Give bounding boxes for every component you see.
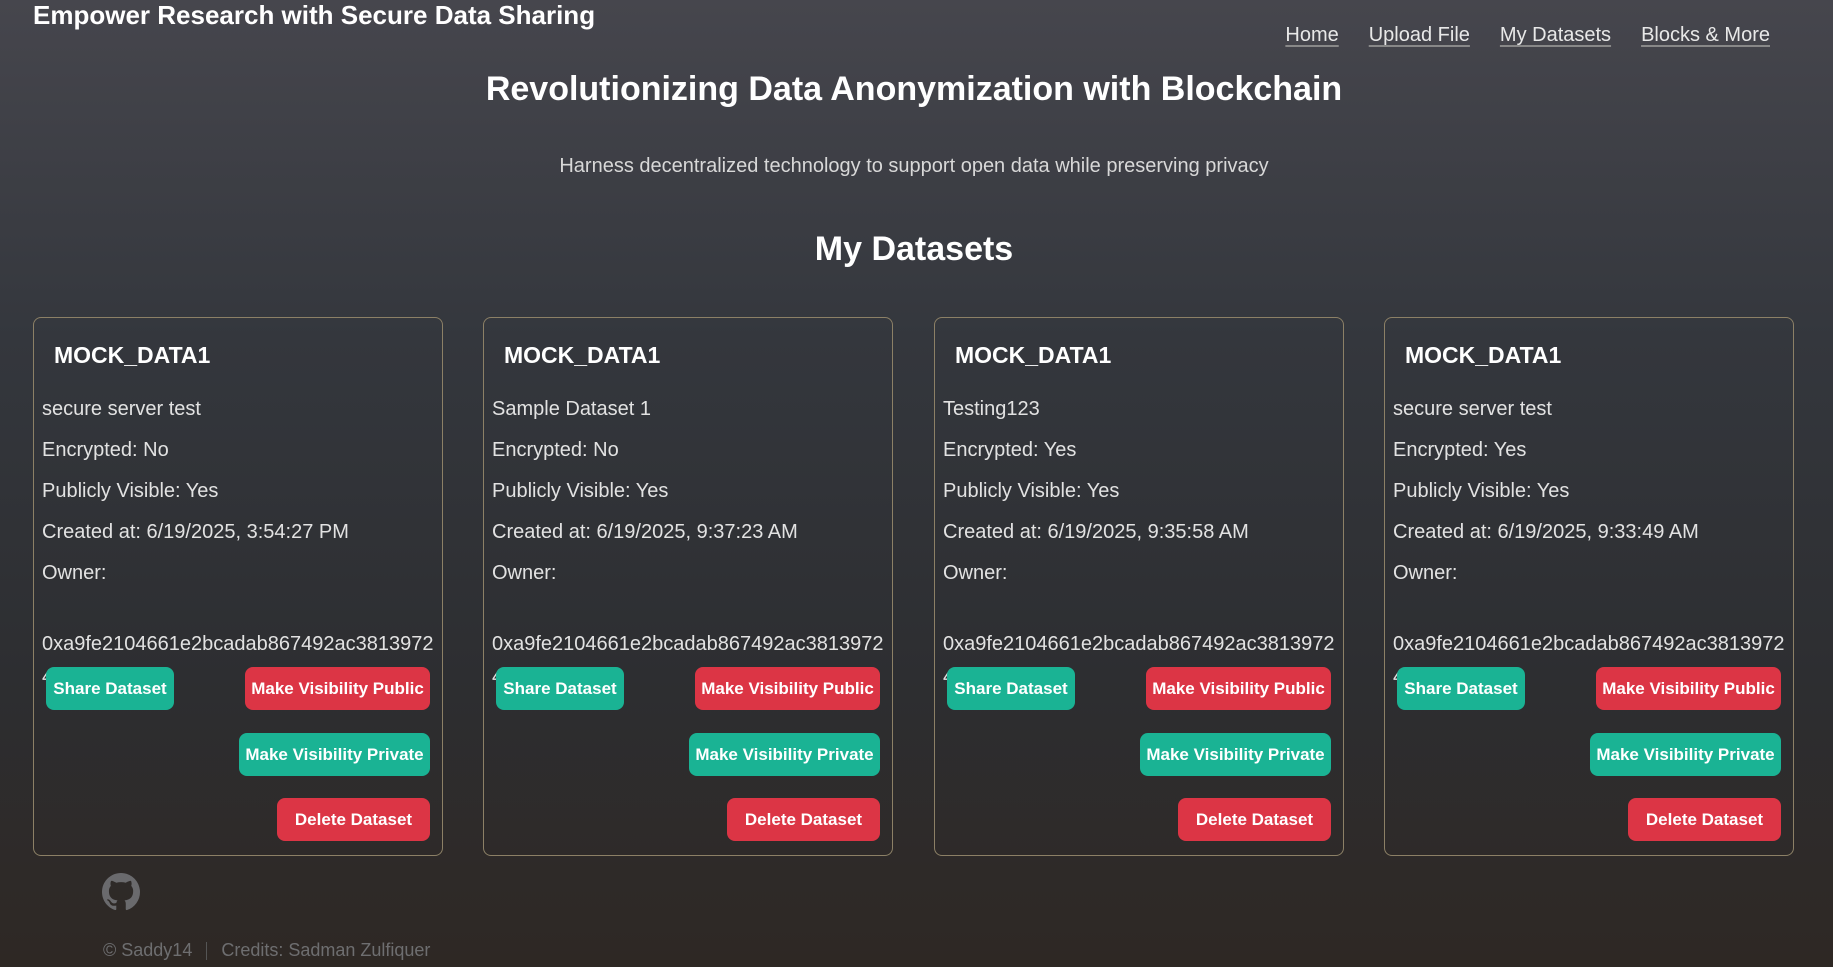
github-icon[interactable] [102, 873, 140, 911]
delete-dataset-button[interactable]: Delete Dataset [727, 798, 880, 841]
nav-my-datasets[interactable]: My Datasets [1500, 24, 1611, 47]
dataset-visibility: Publicly Visible: Yes [1393, 480, 1570, 502]
footer-copyright: © Saddy14 [103, 940, 193, 960]
hero-title: Revolutionizing Data Anonymization with … [485, 70, 1343, 108]
dataset-description: secure server test [42, 398, 201, 420]
dataset-created: Created at: 6/19/2025, 9:33:49 AM [1393, 521, 1699, 543]
dataset-name: MOCK_DATA1 [504, 342, 661, 368]
dataset-created: Created at: 6/19/2025, 9:35:58 AM [943, 521, 1249, 543]
main-nav: Home Upload File My Datasets Blocks & Mo… [1285, 24, 1770, 47]
dataset-encrypted: Encrypted: Yes [943, 439, 1077, 461]
delete-dataset-button[interactable]: Delete Dataset [277, 798, 430, 841]
share-dataset-button[interactable]: Share Dataset [1397, 667, 1525, 710]
share-dataset-button[interactable]: Share Dataset [46, 667, 174, 710]
nav-upload-file[interactable]: Upload File [1369, 24, 1470, 47]
dataset-visibility: Publicly Visible: Yes [943, 480, 1120, 502]
nav-home[interactable]: Home [1285, 24, 1338, 47]
dataset-encrypted: Encrypted: No [492, 439, 619, 461]
dataset-created: Created at: 6/19/2025, 9:37:23 AM [492, 521, 798, 543]
dataset-owner-label: Owner: [1393, 562, 1458, 584]
dataset-description: Sample Dataset 1 [492, 398, 651, 420]
make-private-button[interactable]: Make Visibility Private [1140, 733, 1331, 776]
footer-divider [206, 941, 208, 960]
dataset-encrypted: Encrypted: No [42, 439, 169, 461]
dataset-encrypted: Encrypted: Yes [1393, 439, 1527, 461]
footer-credits[interactable]: Credits: Sadman Zulfiquer [221, 940, 430, 961]
make-public-button[interactable]: Make Visibility Public [245, 667, 430, 710]
delete-dataset-button[interactable]: Delete Dataset [1628, 798, 1781, 841]
hero-subtitle: Harness decentralized technology to supp… [559, 155, 1269, 177]
dataset-card: MOCK_DATA1 Sample Dataset 1 Encrypted: N… [483, 317, 893, 856]
site-title: Empower Research with Secure Data Sharin… [33, 0, 596, 30]
dataset-description: secure server test [1393, 398, 1552, 420]
share-dataset-button[interactable]: Share Dataset [496, 667, 624, 710]
dataset-card: MOCK_DATA1 secure server test Encrypted:… [1384, 317, 1794, 856]
dataset-owner-label: Owner: [42, 562, 107, 584]
make-public-button[interactable]: Make Visibility Public [1596, 667, 1781, 710]
dataset-description: Testing123 [943, 398, 1040, 420]
dataset-created: Created at: 6/19/2025, 3:54:27 PM [42, 521, 349, 543]
dataset-card: MOCK_DATA1 Testing123 Encrypted: Yes Pub… [934, 317, 1344, 856]
share-dataset-button[interactable]: Share Dataset [947, 667, 1075, 710]
make-private-button[interactable]: Make Visibility Private [1590, 733, 1781, 776]
make-private-button[interactable]: Make Visibility Private [239, 733, 430, 776]
dataset-name: MOCK_DATA1 [1405, 342, 1562, 368]
delete-dataset-button[interactable]: Delete Dataset [1178, 798, 1331, 841]
make-public-button[interactable]: Make Visibility Public [1146, 667, 1331, 710]
dataset-visibility: Publicly Visible: Yes [42, 480, 219, 502]
footer: © Saddy14 Credits: Sadman Zulfiquer [103, 940, 430, 961]
dataset-visibility: Publicly Visible: Yes [492, 480, 669, 502]
dataset-owner-label: Owner: [943, 562, 1008, 584]
dataset-name: MOCK_DATA1 [955, 342, 1112, 368]
make-private-button[interactable]: Make Visibility Private [689, 733, 880, 776]
dataset-name: MOCK_DATA1 [54, 342, 211, 368]
dataset-card: MOCK_DATA1 secure server test Encrypted:… [33, 317, 443, 856]
dataset-owner-label: Owner: [492, 562, 557, 584]
section-title: My Datasets [814, 230, 1014, 268]
nav-blocks-more[interactable]: Blocks & More [1641, 24, 1770, 47]
make-public-button[interactable]: Make Visibility Public [695, 667, 880, 710]
